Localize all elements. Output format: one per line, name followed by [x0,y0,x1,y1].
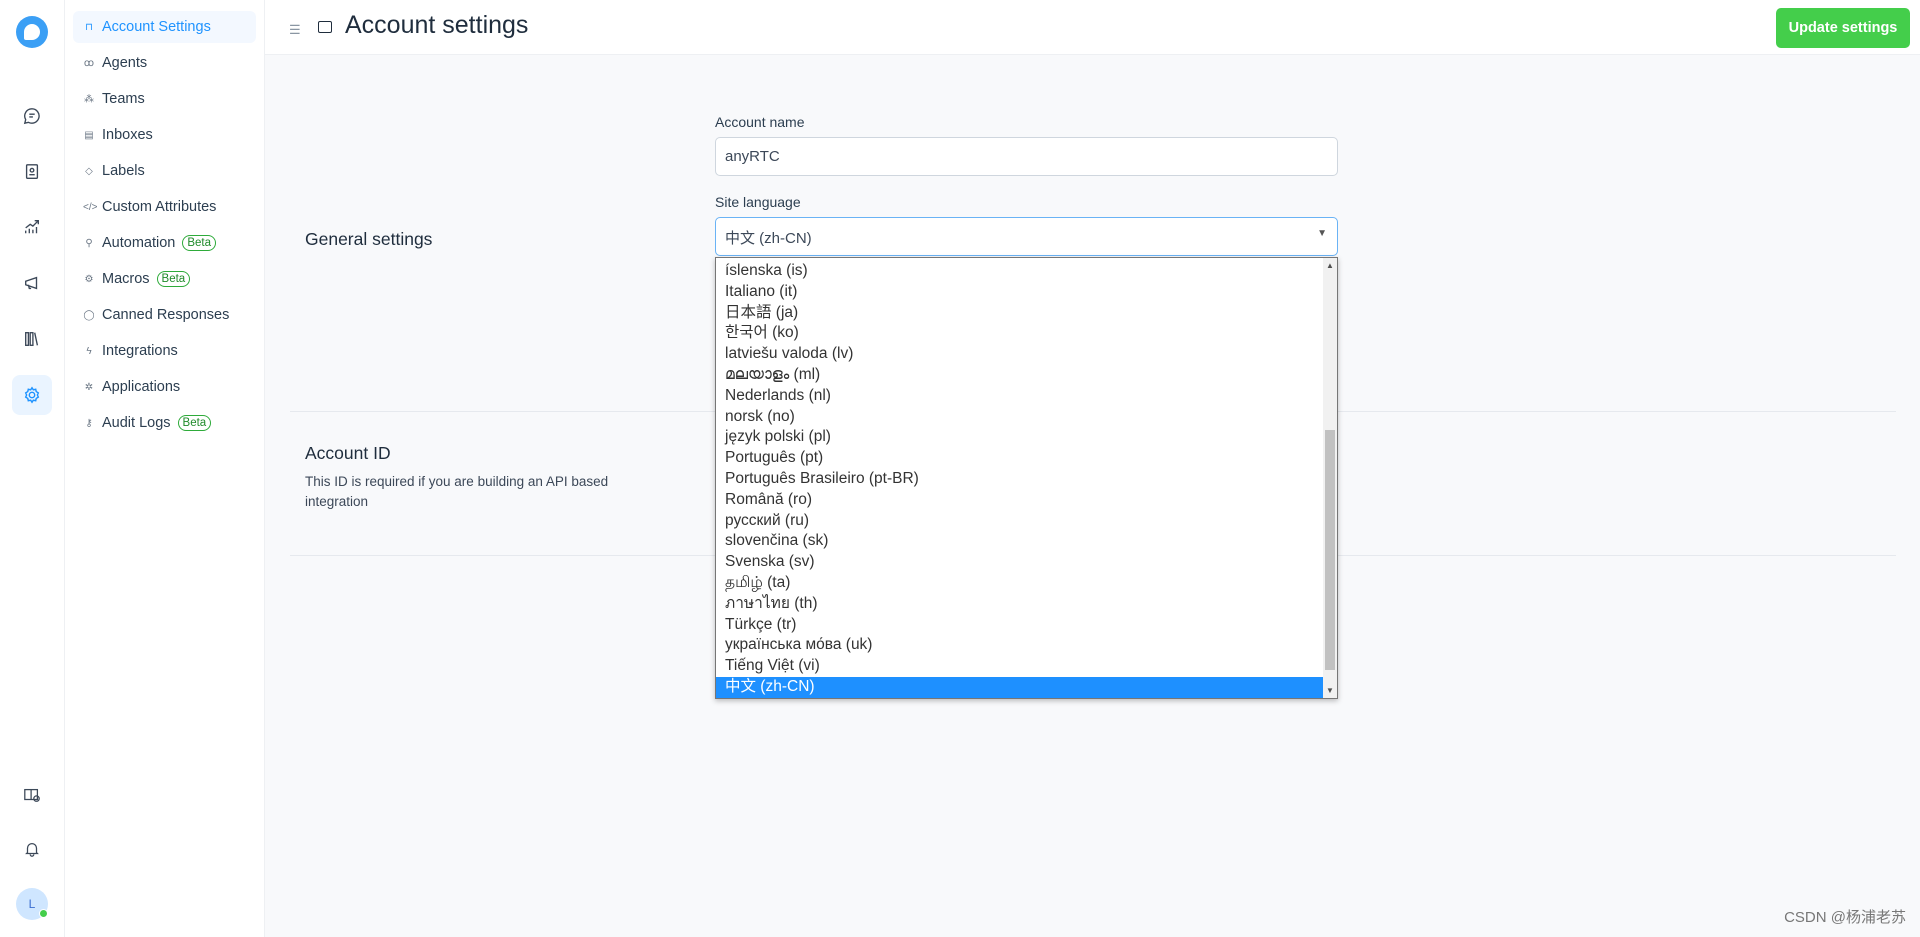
account-name-input[interactable] [715,137,1338,176]
tag-icon: ◇ [85,165,93,177]
teams-icon: ⁂ [84,93,94,105]
sidebar-item-teams[interactable]: ⁂ Teams [73,83,256,115]
sidebar-item-canned-responses[interactable]: ◯ Canned Responses [73,299,256,331]
language-dropdown-list[interactable]: íslenska (is) Italiano (it) 日本語 (ja) 한국어 (k… [715,257,1338,699]
watermark: CSDN @杨浦老苏 [1784,909,1906,926]
sidebar-item-label: Applications [102,379,181,395]
sidebar-item-label: Teams [102,91,145,107]
settings-icon[interactable] [12,375,52,415]
online-status-dot [39,909,48,918]
language-option[interactable]: മലയാളം (ml) [716,365,1323,386]
sidebar-item-label: Macros [102,271,150,287]
language-option[interactable]: latviešu valoda (lv) [716,344,1323,365]
language-option[interactable]: Italiano (it) [716,282,1323,303]
scroll-down-icon[interactable]: ▼ [1326,686,1334,695]
sidebar-item-label: Agents [102,55,148,71]
settings-sidebar: ⊓ Account Settings ꝏ Agents ⁂ Teams ▤ Inboxes ◇ L… [65,0,265,937]
language-option[interactable]: Tiếng Việt (vi) [716,656,1323,677]
contacts-icon[interactable] [12,152,52,192]
briefcase-icon [318,21,332,33]
sidebar-item-account-settings[interactable]: ⊓ Account Settings [73,11,256,43]
language-option[interactable]: norsk (no) [716,407,1323,428]
page-title: Account settings [345,11,529,39]
language-option[interactable]: 日本語 (ja) [716,303,1323,324]
chat-icon: ◯ [83,309,95,321]
code-icon: </> [83,201,98,213]
sidebar-item-audit-logs[interactable]: ⚷ Audit Logs Beta [73,407,256,439]
general-settings-heading: General settings [305,229,433,249]
account-name-label: Account name [715,114,805,130]
language-option[interactable]: 한국어 (ko) [716,323,1323,344]
lightning-icon: ϟ [86,345,92,357]
key-icon: ⚷ [85,417,93,429]
sidebar-item-integrations[interactable]: ϟ Integrations [73,335,256,367]
beta-badge: Beta [177,415,212,431]
sidebar-item-automation[interactable]: ⚲ Automation Beta [73,227,256,259]
sidebar-item-label: Canned Responses [102,307,230,323]
sidebar-item-label: Inboxes [102,127,153,143]
sidebar-item-applications[interactable]: ✲ Applications [73,371,256,403]
language-option[interactable]: slovenčina (sk) [716,531,1323,552]
language-option[interactable]: Svenska (sv) [716,552,1323,573]
sidebar-item-label: Audit Logs [102,415,171,431]
language-option[interactable]: Português Brasileiro (pt-BR) [716,469,1323,490]
sidebar-item-label: Custom Attributes [102,199,217,215]
sidebar-item-macros[interactable]: ⚙ Macros Beta [73,263,256,295]
language-option[interactable]: Română (ro) [716,490,1323,511]
library-icon[interactable] [12,319,52,359]
sidebar-item-label: Labels [102,163,145,179]
update-settings-button[interactable]: Update settings [1776,8,1910,48]
help-center-icon[interactable] [12,775,52,815]
sidebar-item-custom-attributes[interactable]: </> Custom Attributes [73,191,256,223]
language-option[interactable]: Nederlands (nl) [716,386,1323,407]
app-logo[interactable] [16,16,48,48]
language-option[interactable]: język polski (pl) [716,427,1323,448]
dropdown-scrollbar[interactable]: ▲ ▼ [1323,258,1337,698]
bell-icon[interactable] [12,829,52,869]
reports-icon[interactable] [12,207,52,247]
sidebar-item-label: Account Settings [102,19,211,35]
briefcase-icon: ⊓ [85,21,93,33]
macros-icon: ⚙ [84,273,94,285]
account-id-description: This ID is required if you are building … [305,474,609,509]
language-option[interactable]: 中文 (zh-CN) [716,676,1323,698]
language-option[interactable]: русский (ru) [716,511,1323,532]
beta-badge: Beta [182,235,217,251]
language-option[interactable]: Türkçe (tr) [716,615,1323,636]
conversations-icon[interactable] [12,96,52,136]
sidebar-item-label: Integrations [102,343,178,359]
agents-icon: ꝏ [83,57,95,69]
sidebar-item-label: Automation [102,235,176,251]
applications-icon: ✲ [84,381,94,393]
automation-icon: ⚲ [85,237,93,249]
menu-toggle-icon[interactable]: ☰ [289,22,301,38]
dropdown-arrow-icon: ▼ [1317,228,1327,239]
sidebar-item-agents[interactable]: ꝏ Agents [73,47,256,79]
selected-language: 中文 (zh-CN) [725,230,812,247]
language-option[interactable]: ภาษาไทย (th) [716,594,1323,615]
language-option[interactable]: தமிழ் (ta) [716,573,1323,594]
account-id-heading: Account ID [305,443,391,463]
scrollbar-thumb[interactable] [1325,430,1335,670]
scroll-up-icon[interactable]: ▲ [1326,261,1334,270]
primary-nav-rail: L [0,0,65,937]
beta-badge: Beta [156,271,191,287]
language-option[interactable]: íslenska (is) [716,261,1323,282]
language-option[interactable]: українська мо́ва (uk) [716,635,1323,656]
site-language-select[interactable]: 中文 (zh-CN) ▼ [715,217,1338,256]
sidebar-item-labels[interactable]: ◇ Labels [73,155,256,187]
sidebar-item-inboxes[interactable]: ▤ Inboxes [73,119,256,151]
page-header: ☰ Account settings Update settings [265,0,1920,55]
language-option[interactable]: Português (pt) [716,448,1323,469]
campaigns-icon[interactable] [12,263,52,303]
site-language-label: Site language [715,194,801,210]
inbox-icon: ▤ [84,129,94,141]
